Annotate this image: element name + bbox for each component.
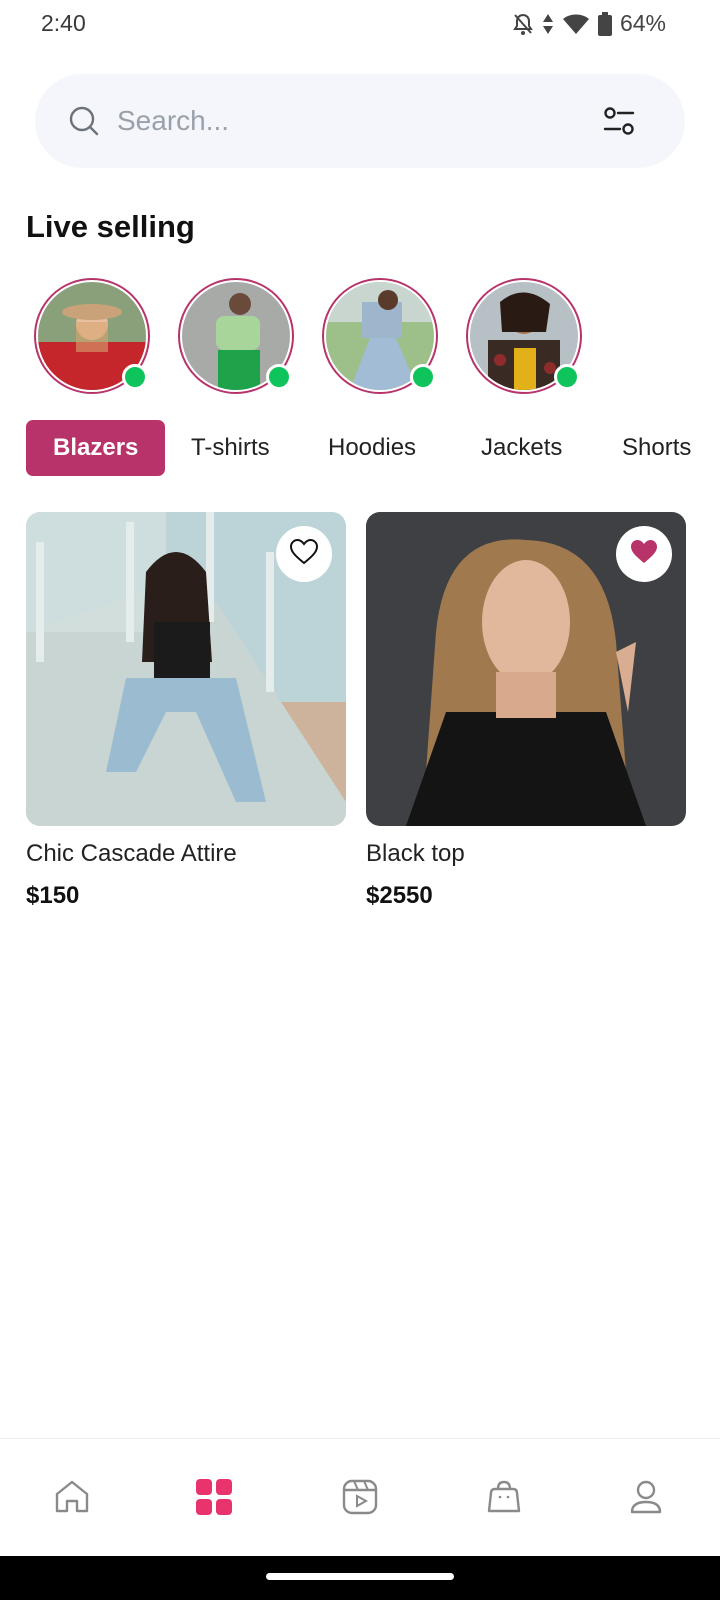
live-seller-avatar[interactable]	[322, 278, 438, 394]
search-input[interactable]	[117, 98, 577, 144]
profile-icon	[628, 1479, 664, 1520]
live-seller-avatar[interactable]	[178, 278, 294, 394]
filter-icon[interactable]	[603, 106, 635, 141]
product-card[interactable]: Black top $2550	[366, 512, 686, 910]
nav-reels[interactable]	[330, 1469, 390, 1529]
nav-home[interactable]	[42, 1469, 102, 1529]
grid-icon	[196, 1478, 232, 1520]
online-indicator	[554, 364, 580, 390]
favorite-button[interactable]	[616, 526, 672, 582]
product-card[interactable]: Chic Cascade Attire $150	[26, 512, 346, 910]
tab-jackets[interactable]: Jackets	[481, 420, 562, 476]
reels-icon	[342, 1479, 378, 1520]
status-icons: 64%	[512, 10, 666, 37]
product-price: $2550	[366, 882, 433, 909]
online-indicator	[266, 364, 292, 390]
nav-bag[interactable]	[474, 1469, 534, 1529]
product-image[interactable]	[26, 512, 346, 826]
live-seller-avatar[interactable]	[34, 278, 150, 394]
online-indicator	[122, 364, 148, 390]
favorite-button[interactable]	[276, 526, 332, 582]
home-gesture-handle[interactable]	[266, 1573, 454, 1580]
live-seller-avatar[interactable]	[466, 278, 582, 394]
live-sellers-row	[34, 278, 694, 398]
system-gesture-bar	[0, 1556, 720, 1600]
battery-icon	[597, 11, 612, 36]
online-indicator	[410, 364, 436, 390]
product-name: Chic Cascade Attire	[26, 840, 237, 867]
tab-blazers[interactable]: Blazers	[26, 420, 166, 476]
nav-profile[interactable]	[616, 1469, 676, 1529]
search-bar[interactable]	[35, 74, 685, 168]
bag-icon	[486, 1479, 522, 1520]
heart-outline-icon	[289, 538, 319, 570]
heart-filled-icon	[630, 539, 658, 570]
tab-t-shirts[interactable]: T-shirts	[191, 420, 270, 476]
category-tabs: Blazers T-shirts Hoodies Jackets Shorts	[26, 420, 720, 476]
home-icon	[54, 1479, 90, 1520]
search-icon	[69, 106, 99, 141]
status-time: 2:40	[41, 10, 86, 36]
bottom-nav	[0, 1438, 720, 1556]
nav-grid[interactable]	[184, 1469, 244, 1529]
status-bar: 2:40 64%	[0, 0, 720, 48]
notifications-off-icon	[512, 12, 534, 36]
data-arrows-icon	[542, 12, 554, 36]
live-selling-title: Live selling	[26, 209, 195, 244]
product-price: $150	[26, 882, 80, 909]
product-image[interactable]	[366, 512, 686, 826]
tab-shorts[interactable]: Shorts	[622, 420, 691, 476]
product-name: Black top	[366, 840, 465, 867]
wifi-icon	[562, 13, 590, 35]
tab-hoodies[interactable]: Hoodies	[328, 420, 416, 476]
battery-percent: 64%	[619, 10, 666, 36]
